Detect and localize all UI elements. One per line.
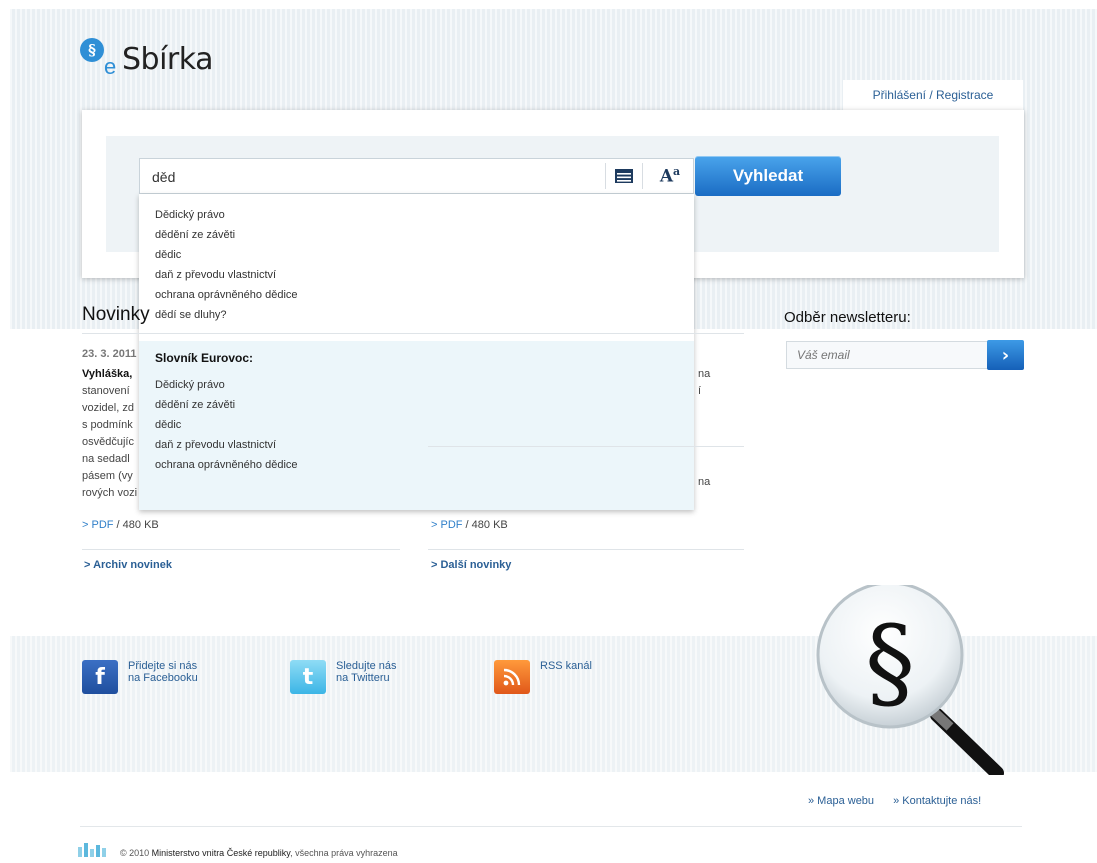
logo-mark-icon: § e xyxy=(80,38,122,80)
sitemap-link[interactable]: » Mapa webu xyxy=(808,795,874,807)
news-headline[interactable]: Vyhláška, xyxy=(82,366,132,383)
news-text-line: pásem (vy xyxy=(82,470,133,482)
news-archive-link[interactable]: > Archiv novinek xyxy=(84,559,172,571)
font-size-button[interactable]: Aa xyxy=(652,163,688,189)
rss-icon xyxy=(494,660,530,694)
suggestion-item[interactable]: dědění ze závěti xyxy=(155,229,235,241)
suggestion-item[interactable]: Dědický právo xyxy=(155,209,225,221)
newsletter-submit-button[interactable]: › xyxy=(987,340,1024,370)
divider xyxy=(82,333,744,334)
newsletter-email-input[interactable] xyxy=(786,341,988,369)
pdf-download-link[interactable]: > PDF / 480 KB xyxy=(431,519,508,531)
copyright-text: © 2010 Ministerstvo vnitra České republi… xyxy=(120,848,398,858)
rss-link-label: RSS kanál xyxy=(540,660,592,672)
more-news-link[interactable]: > Další novinky xyxy=(431,559,511,571)
contact-link[interactable]: » Kontaktujte nás! xyxy=(893,795,981,807)
logo-e-letter: e xyxy=(104,54,117,79)
ministry-logo-icon xyxy=(78,843,106,857)
divider xyxy=(82,549,400,550)
logo-paragraph-symbol: § xyxy=(80,38,104,62)
news-text-fragment: na í xyxy=(698,368,711,397)
twitter-link[interactable]: t Sledujte nás na Twitteru xyxy=(290,660,397,694)
login-register-link[interactable]: Přihlášení / Registrace xyxy=(843,80,1023,110)
news-text-line: s podmínk xyxy=(82,419,133,431)
news-date: 23. 3. 2011 xyxy=(82,348,137,360)
eurovoc-section: Slovník Eurovoc: Dědický právo dědění ze… xyxy=(139,341,694,510)
search-suggestions-dropdown: Dědický právo dědění ze závěti dědic daň… xyxy=(139,194,694,510)
divider xyxy=(80,826,1022,827)
suggestion-item[interactable]: dědí se dluhy? xyxy=(155,309,227,321)
chevron-right-icon: › xyxy=(1001,344,1010,366)
rss-glyph xyxy=(503,668,521,686)
news-text-line: na sedadl xyxy=(82,453,130,465)
magnifier-illustration: § xyxy=(812,585,1012,775)
eurovoc-heading: Slovník Eurovoc: xyxy=(155,351,254,365)
news-text-fragment: na xyxy=(698,476,711,488)
svg-text:§: § xyxy=(865,604,915,721)
magnifying-glass-icon: § xyxy=(816,585,1004,775)
news-title: Novinky xyxy=(82,304,150,325)
news-text-line: stanovení xyxy=(82,385,130,397)
eurovoc-item[interactable]: Dědický právo xyxy=(155,379,225,391)
news-text-line: vozidel, zd xyxy=(82,402,134,414)
ministry-link[interactable]: Ministerstvo vnitra České republiky xyxy=(152,848,290,858)
rss-link[interactable]: RSS kanál xyxy=(494,660,592,694)
eurovoc-item[interactable]: dědic xyxy=(155,419,181,431)
news-text-line: rových vozi xyxy=(82,487,138,499)
facebook-link-label: Přidejte si nás na Facebooku xyxy=(128,660,198,684)
divider xyxy=(428,446,744,447)
site-logo[interactable]: § e Sbírka xyxy=(80,38,213,80)
facebook-icon: f xyxy=(82,660,118,694)
eurovoc-item[interactable]: ochrana oprávněného dědice xyxy=(155,459,298,471)
list-view-button[interactable] xyxy=(605,163,643,189)
facebook-link[interactable]: f Přidejte si nás na Facebooku xyxy=(82,660,198,694)
twitter-link-label: Sledujte nás na Twitteru xyxy=(336,660,397,684)
list-icon xyxy=(615,169,633,183)
eurovoc-item[interactable]: dědění ze závěti xyxy=(155,399,235,411)
divider xyxy=(428,549,744,550)
search-input[interactable] xyxy=(150,159,584,195)
pdf-download-link[interactable]: > PDF / 480 KB xyxy=(82,519,159,531)
search-box: Aa xyxy=(139,158,694,195)
suggestion-item[interactable]: daň z převodu vlastnictví xyxy=(155,269,276,281)
font-size-icon: Aa xyxy=(659,165,681,187)
suggestion-item[interactable]: dědic xyxy=(155,249,181,261)
search-button[interactable]: Vyhledat xyxy=(695,156,841,196)
eurovoc-item[interactable]: daň z převodu vlastnictví xyxy=(155,439,276,451)
twitter-icon: t xyxy=(290,660,326,694)
footer-links: » Mapa webu » Kontaktujte nás! xyxy=(808,795,981,807)
logo-name: Sbírka xyxy=(122,42,213,77)
news-text-line: osvědčujíc xyxy=(82,436,134,448)
suggestion-item[interactable]: ochrana oprávněného dědice xyxy=(155,289,298,301)
suggestions-section: Dědický právo dědění ze závěti dědic daň… xyxy=(139,194,694,341)
newsletter-title: Odběr newsletteru: xyxy=(784,309,911,326)
